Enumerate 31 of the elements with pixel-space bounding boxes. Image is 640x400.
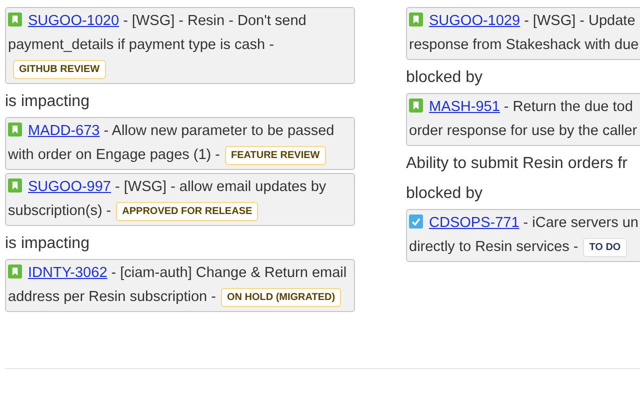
issue-summary: - iCare servers un: [523, 215, 638, 231]
issue-summary: subscription(s) -: [8, 203, 112, 219]
issue-link[interactable]: CDSOPS-771: [429, 215, 520, 231]
issue-summary: - [WSG] - Resin - Don't send: [123, 13, 306, 29]
issue-summary: - [ciam-auth] Change & Return email: [111, 265, 347, 281]
issue-summary: response from Stakeshack with due: [409, 37, 639, 53]
relation-label: blocked by: [406, 184, 484, 204]
issue-link[interactable]: SUGOO-997: [28, 179, 111, 195]
relation-label: Ability to submit Resin orders fr: [406, 154, 628, 174]
issue-link[interactable]: MADD-673: [28, 123, 100, 139]
issue-summary: directly to Resin services -: [409, 239, 578, 255]
relation-label: is impacting: [5, 234, 90, 254]
issue-summary: - [WSG] - Update: [524, 13, 636, 29]
issue-link[interactable]: IDNTY-3062: [28, 265, 108, 281]
relation-label: blocked by: [406, 68, 484, 88]
status-badge: TO DO: [583, 238, 627, 257]
status-badge: ON HOLD (MIGRATED): [220, 288, 342, 307]
issue-summary: order response for use by the caller: [409, 123, 638, 139]
issue-summary: - Return the due tod: [504, 99, 633, 115]
issue-summary: - [WSG] - allow email updates by: [115, 179, 326, 195]
relation-label: is impacting: [5, 92, 90, 112]
issue-summary: with order on Engage pages (1) -: [8, 147, 220, 163]
issue-link[interactable]: SUGOO-1020: [28, 13, 120, 29]
issue-summary: - Allow new parameter to be passed: [104, 123, 334, 139]
status-badge: FEATURE REVIEW: [225, 146, 326, 165]
status-badge: APPROVED FOR RELEASE: [116, 202, 258, 221]
issue-summary: address per Resin subscription -: [8, 289, 216, 305]
status-badge: GITHUB REVIEW: [13, 60, 106, 79]
issue-link[interactable]: MASH-951: [429, 99, 500, 115]
issue-summary: payment_details if payment type is cash -: [8, 37, 274, 53]
issue-link[interactable]: SUGOO-1029: [429, 13, 520, 29]
